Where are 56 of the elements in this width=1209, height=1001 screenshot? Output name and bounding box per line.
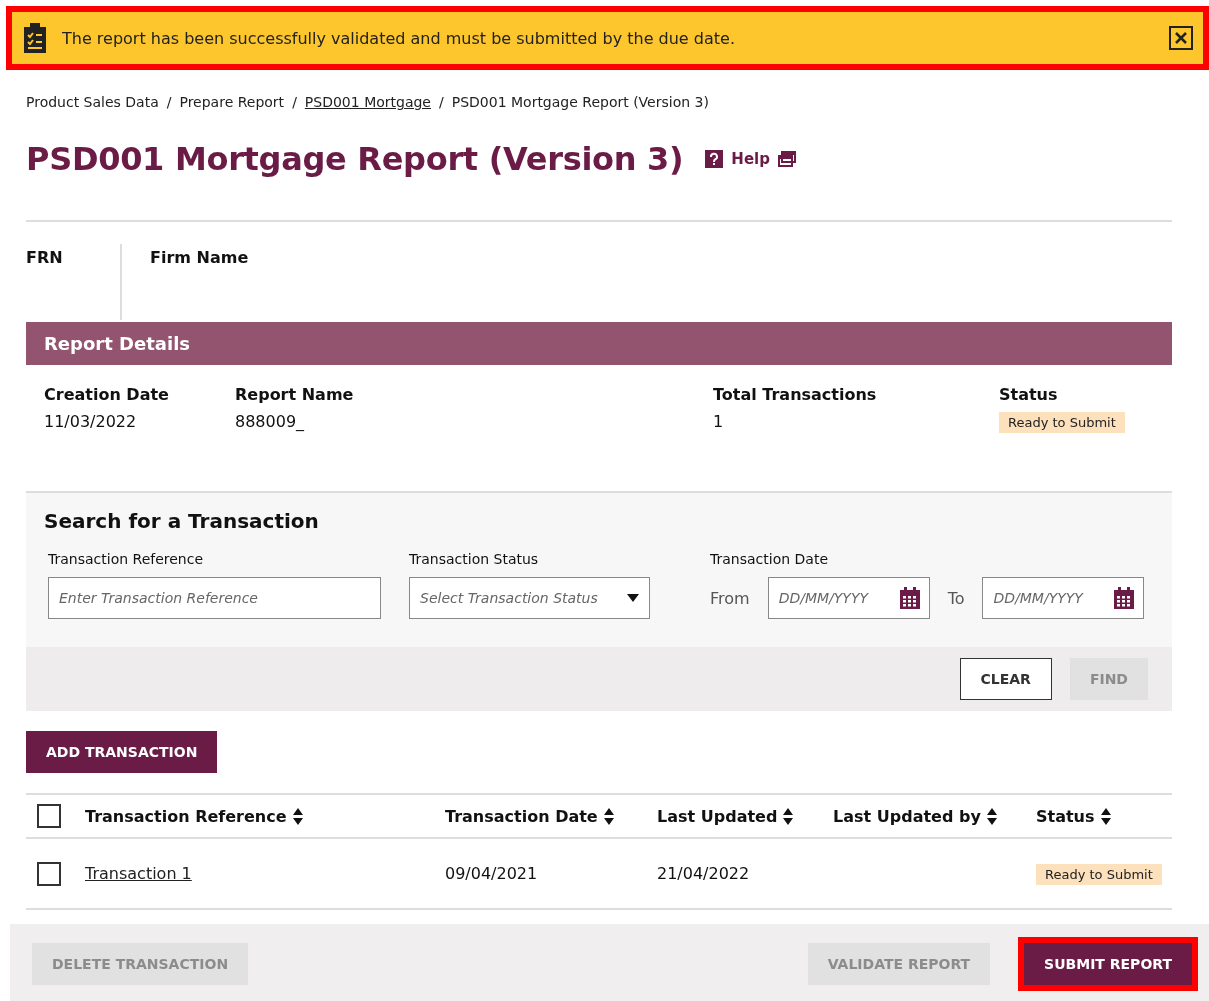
breadcrumb-item: PSD001 Mortgage Report (Version 3) (451, 94, 709, 110)
column-header[interactable]: Transaction Reference (85, 806, 445, 826)
field-label: Report Name (235, 385, 354, 404)
reference-input[interactable]: Enter Transaction Reference (48, 577, 381, 619)
sort-icon[interactable] (783, 807, 794, 825)
breadcrumb-separator: / (166, 94, 172, 110)
column-header[interactable]: Last Updated (657, 806, 833, 826)
sort-icon[interactable] (1100, 807, 1111, 825)
column-header[interactable]: Status (1036, 806, 1172, 826)
firm-label: FRN (26, 248, 63, 267)
field-label: Transaction Status (409, 551, 540, 567)
close-button[interactable] (1169, 26, 1193, 50)
sort-icon[interactable] (986, 807, 997, 825)
dropdown-arrow-icon (627, 594, 639, 602)
transaction-link[interactable]: Transaction 1 (85, 864, 192, 883)
search-title: Search for a Transaction (44, 509, 320, 533)
field-value: 11/03/2022 (44, 412, 137, 431)
help-icon (705, 150, 724, 168)
breadcrumb-separator: / (292, 94, 297, 110)
status-select[interactable]: Select Transaction Status (409, 577, 650, 619)
breadcrumb-item: Prepare Report (179, 94, 285, 110)
table-cell-text: 09/04/2021 (445, 864, 539, 883)
clear-button[interactable]: CLEAR (959, 658, 1052, 700)
alert-message: The report has been successfully validated and must be submitted by the due date. (62, 28, 736, 48)
row-checkbox[interactable] (37, 861, 61, 886)
date-field[interactable]: DD/MM/YYYY (982, 577, 1145, 619)
firm-label: Firm Name (150, 248, 249, 267)
status-badge: Ready to Submit (999, 412, 1125, 433)
breadcrumb-link[interactable]: PSD001 Mortgage (304, 94, 431, 110)
new-window-icon (777, 151, 796, 167)
add-transaction-button[interactable]: ADD TRANSACTION (26, 731, 218, 773)
field-label: Total Transactions (713, 385, 877, 404)
status-badge: Ready to Submit (1036, 864, 1162, 885)
sort-icon[interactable] (292, 807, 303, 825)
table-cell-text: 21/04/2022 (657, 864, 751, 883)
sort-icon[interactable] (603, 807, 614, 825)
field-value: 888009_ (235, 412, 305, 431)
from-label: From (710, 588, 750, 608)
field-label: Transaction Date (710, 551, 829, 567)
column-header[interactable]: Last Updated by (833, 806, 1036, 826)
breadcrumb-separator: / (439, 94, 444, 110)
column-header[interactable]: Transaction Date (445, 806, 657, 826)
field-label: Transaction Reference (48, 551, 205, 567)
close-icon (1174, 31, 1188, 45)
to-label: To (947, 588, 965, 608)
breadcrumb-item: Product Sales Data (26, 94, 159, 110)
select-all-checkbox[interactable] (37, 804, 61, 828)
help-link[interactable]: Help (705, 150, 796, 168)
action-button[interactable]: SUBMIT REPORT (1024, 943, 1192, 985)
section-title: Report Details (44, 333, 191, 354)
page-title: PSD001 Mortgage Report (Version 3) (26, 140, 684, 178)
field-value: 1 (713, 412, 724, 431)
clipboard-icon (24, 23, 46, 53)
field-label: Status (999, 385, 1058, 404)
field-label: Creation Date (44, 385, 169, 404)
date-field[interactable]: DD/MM/YYYY (767, 577, 930, 619)
